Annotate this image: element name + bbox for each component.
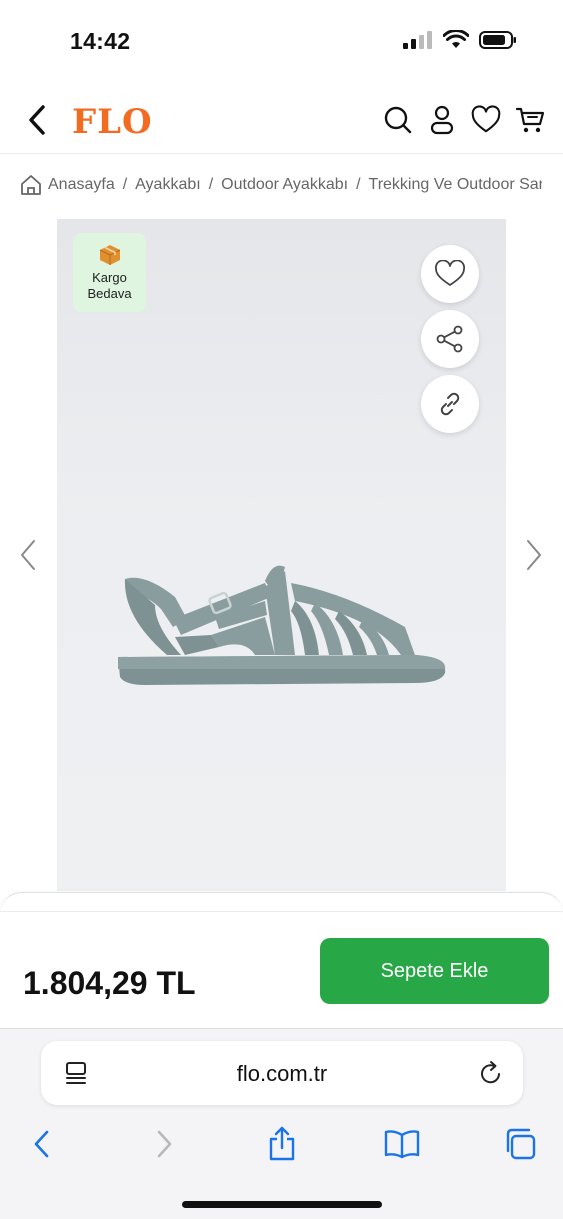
breadcrumb-separator: / xyxy=(122,176,128,193)
home-icon[interactable] xyxy=(20,173,42,197)
share-icon xyxy=(436,325,463,353)
sandal-illustration xyxy=(118,565,446,685)
signal-icon xyxy=(403,31,432,49)
breadcrumb-item-outdoor[interactable]: Outdoor Ayakkabı xyxy=(221,176,348,194)
cart-button[interactable] xyxy=(515,104,545,136)
status-icons xyxy=(403,30,517,50)
search-icon xyxy=(384,106,412,134)
wifi-icon xyxy=(443,30,469,48)
chevron-left-icon xyxy=(29,105,45,135)
favorite-product-button[interactable] xyxy=(421,245,479,303)
status-time: 14:42 xyxy=(70,28,131,54)
chevron-right-icon xyxy=(157,1130,172,1158)
free-shipping-badge: Kargo Bedava xyxy=(73,233,146,312)
copy-link-button[interactable] xyxy=(421,375,479,433)
divider xyxy=(0,911,563,912)
chevron-left-icon xyxy=(21,540,35,570)
browser-forward-button[interactable] xyxy=(144,1124,184,1164)
breadcrumb-separator: / xyxy=(356,176,361,193)
breadcrumb-separator: / xyxy=(208,176,214,193)
browser-bookmarks-button[interactable] xyxy=(382,1124,422,1164)
chevron-right-icon xyxy=(527,540,541,570)
header-actions xyxy=(383,104,545,136)
battery-icon xyxy=(479,31,516,49)
breadcrumb: Anasayfa / Ayakkabı / Outdoor Ayakkabı /… xyxy=(20,170,542,200)
add-to-cart-button[interactable]: Sepete Ekle xyxy=(320,938,549,1004)
search-button[interactable] xyxy=(383,104,413,136)
chevron-left-icon xyxy=(34,1130,49,1158)
heart-icon xyxy=(471,105,501,133)
price-card: 1.804,29 TL Sepete Ekle xyxy=(0,892,563,1028)
carousel-prev-button[interactable] xyxy=(16,535,40,575)
carousel-next-button[interactable] xyxy=(522,535,546,575)
back-button[interactable] xyxy=(22,102,52,138)
favorites-button[interactable] xyxy=(471,104,501,136)
tabs-icon xyxy=(506,1128,536,1160)
url-text: flo.com.tr xyxy=(236,1061,328,1086)
link-icon xyxy=(440,392,460,416)
breadcrumb-item-home[interactable]: Anasayfa xyxy=(48,176,115,194)
browser-toolbar: flo.com.tr xyxy=(0,1028,563,1219)
reload-icon[interactable] xyxy=(479,1060,503,1086)
user-icon xyxy=(430,105,454,135)
breadcrumb-item-shoes[interactable]: Ayakkabı xyxy=(135,176,201,194)
browser-back-button[interactable] xyxy=(22,1124,62,1164)
heart-icon xyxy=(434,260,466,286)
home-indicator xyxy=(182,1201,382,1208)
browser-share-button[interactable] xyxy=(262,1124,302,1164)
package-icon xyxy=(99,244,120,265)
browser-nav-toolbar xyxy=(0,1124,563,1174)
cart-icon xyxy=(515,107,545,133)
product-price: 1.804,29 TL xyxy=(23,965,196,1001)
share-button[interactable] xyxy=(421,310,479,368)
status-bar: 14:42 xyxy=(0,0,563,80)
badge-line-1: Kargo xyxy=(92,269,127,285)
product-image[interactable]: Kargo Bedava xyxy=(57,219,506,891)
flo-logo[interactable]: FLO xyxy=(72,102,153,142)
book-icon xyxy=(384,1130,420,1159)
browser-tabs-button[interactable] xyxy=(500,1124,540,1164)
breadcrumb-item-trekking[interactable]: Trekking Ve Outdoor Sandalet xyxy=(369,176,542,194)
account-button[interactable] xyxy=(427,104,457,136)
address-bar[interactable]: flo.com.tr xyxy=(41,1041,523,1105)
share-icon xyxy=(269,1126,295,1161)
badge-line-2: Bedava xyxy=(87,285,132,301)
site-header: FLO xyxy=(0,90,563,154)
